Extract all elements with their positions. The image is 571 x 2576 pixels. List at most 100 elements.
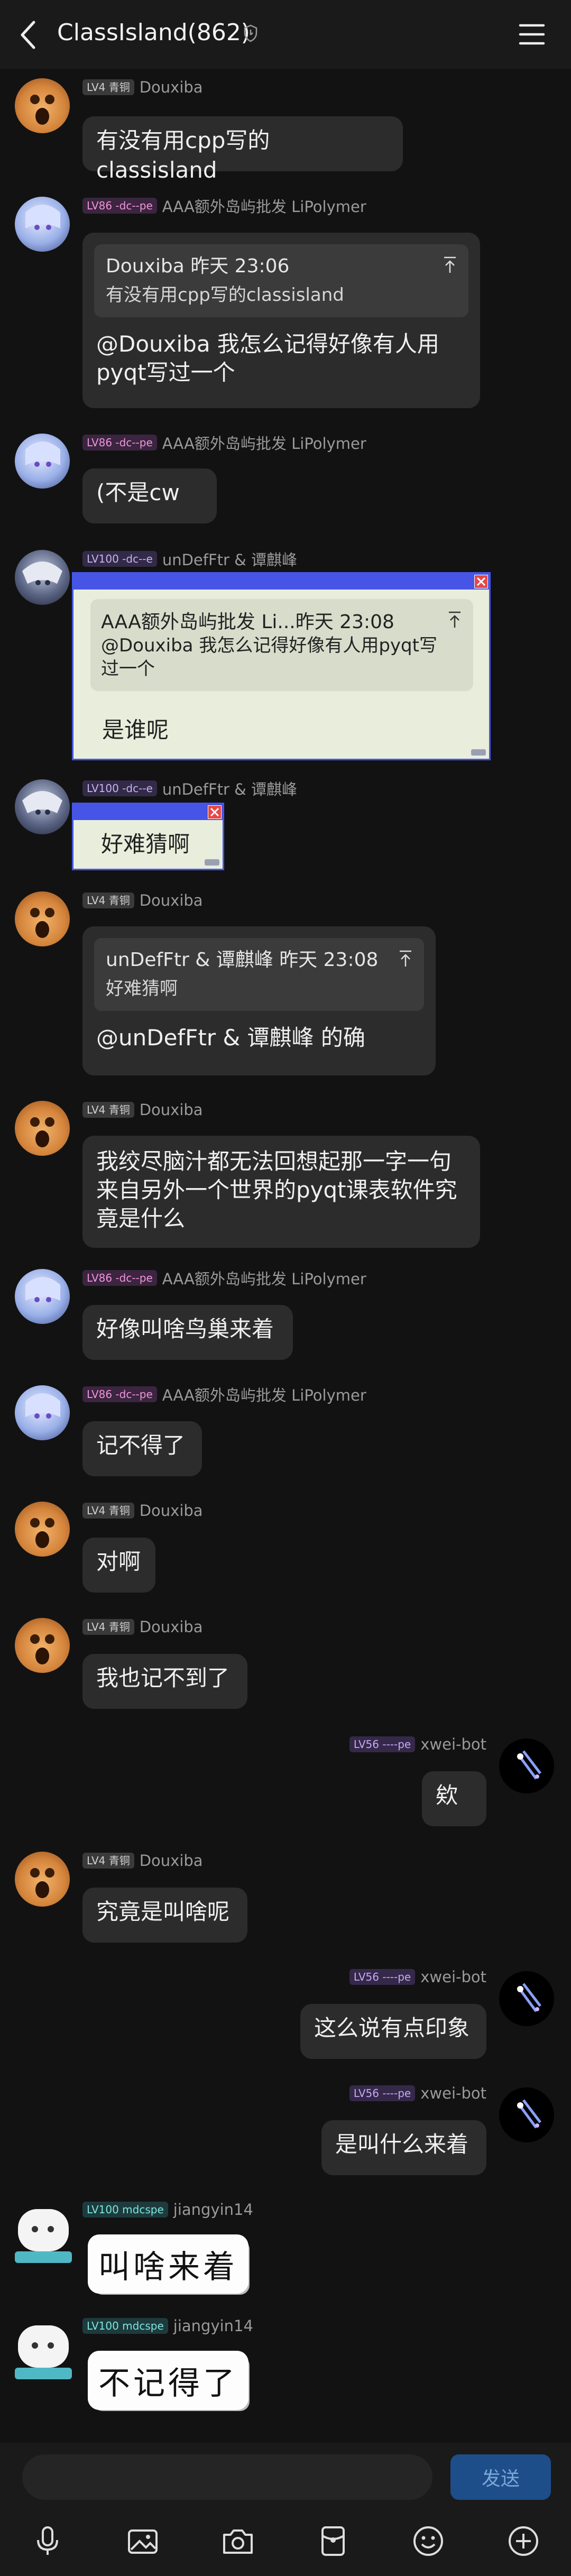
avatar[interactable]	[15, 78, 70, 133]
avatar[interactable]	[11, 2317, 76, 2382]
quoted-message[interactable]: unDefFtr & 谭麒峰 昨天 23:08 好难猜啊	[94, 938, 424, 1011]
message-bubble[interactable]: Douxiba 昨天 23:06 有没有用cpp写的classisland @D…	[82, 233, 480, 408]
sender-name[interactable]: jiangyin14	[173, 2201, 253, 2219]
chat-title[interactable]: ClassIsland(862)	[57, 19, 250, 46]
menu-icon[interactable]	[518, 22, 546, 47]
close-icon	[474, 575, 488, 588]
send-button[interactable]: 发送	[450, 2454, 551, 2500]
message-bubble[interactable]: 我也记不到了	[82, 1654, 247, 1709]
level-badge: LV4 青铜	[82, 1853, 134, 1869]
avatar[interactable]	[15, 1269, 70, 1324]
level-badge: LV86 -dc--pe	[82, 435, 157, 450]
message-bubble[interactable]: AAA额外岛屿批发 Li...昨天 23:08 @Douxiba 我怎么记得好像…	[72, 572, 491, 760]
avatar[interactable]	[15, 434, 70, 489]
sender-name[interactable]: AAA额外岛屿批发 LiPolymer	[162, 1267, 366, 1289]
jump-to-top-icon[interactable]	[443, 256, 457, 274]
sender-meta: LV4 青铜 Douxiba	[82, 1502, 203, 1520]
message-text: 好难猜啊	[101, 831, 190, 857]
sender-name[interactable]: AAA额外岛屿批发 LiPolymer	[162, 1383, 366, 1405]
message-bubble[interactable]: (不是cw	[82, 468, 217, 523]
sender-name[interactable]: Douxiba	[140, 1618, 203, 1636]
sender-meta: LV100 -dc--e unDefFtr & 谭麒峰	[82, 777, 297, 799]
level-badge: LV56 ----pe	[349, 2085, 416, 2101]
sender-name[interactable]: unDefFtr & 谭麒峰	[162, 777, 297, 799]
avatar[interactable]	[15, 891, 70, 946]
window-titlebar	[73, 574, 489, 590]
message-bubble[interactable]: 对啊	[82, 1538, 155, 1593]
plus-icon[interactable]	[506, 2524, 540, 2558]
emoji-icon[interactable]	[411, 2524, 445, 2558]
sender-name[interactable]: xwei-bot	[420, 1735, 486, 1753]
sender-meta: LV4 青铜 Douxiba	[82, 1618, 203, 1636]
resize-grip-icon	[471, 749, 486, 756]
sender-name[interactable]: AAA额外岛屿批发 LiPolymer	[162, 195, 366, 217]
avatar[interactable]	[499, 1738, 554, 1793]
surprised-face-icon	[30, 1117, 54, 1147]
message-bubble[interactable]: 记不得了	[82, 1421, 202, 1476]
message-bubble[interactable]: 是叫什么来着	[321, 2120, 486, 2175]
sender-meta: LV56 ----pe xwei-bot	[349, 1735, 486, 1753]
avatar[interactable]	[15, 550, 70, 605]
level-badge: LV4 青铜	[82, 79, 134, 95]
sticker-bubble[interactable]: 不记得了	[90, 2353, 246, 2408]
surprised-face-icon	[30, 95, 54, 125]
message-text: @Douxiba 我怎么记得好像有人用pyqt写过一个	[96, 331, 439, 385]
message-bubble[interactable]: 究竟是叫啥呢	[82, 1888, 247, 1943]
message-bubble[interactable]: 这么说有点印象	[300, 2004, 486, 2059]
avatar[interactable]	[15, 1852, 70, 1907]
level-badge: LV100 -dc--e	[82, 551, 157, 567]
sender-name[interactable]: Douxiba	[140, 78, 203, 96]
message-bubble[interactable]: 我绞尽脑汁都无法回想起那一字一句来自另外一个世界的pyqt课表软件究竟是什么	[82, 1136, 480, 1248]
message-bubble[interactable]: 好像叫啥鸟巢来着	[82, 1305, 293, 1360]
microphone-icon[interactable]	[31, 2524, 65, 2558]
quoted-message[interactable]: Douxiba 昨天 23:06 有没有用cpp写的classisland	[94, 244, 468, 317]
avatar[interactable]	[15, 197, 70, 252]
quote-body: 好难猜啊	[106, 978, 178, 999]
sender-name[interactable]: unDefFtr & 谭麒峰	[162, 548, 297, 570]
sender-name[interactable]: jiangyin14	[173, 2317, 253, 2335]
message-input[interactable]	[22, 2454, 432, 2500]
sender-meta: LV100 mdcspe jiangyin14	[82, 2317, 253, 2335]
red-packet-icon[interactable]	[316, 2524, 350, 2558]
sticker-bubble[interactable]: 叫啥来着	[90, 2237, 246, 2292]
avatar[interactable]	[499, 2087, 554, 2142]
sender-name[interactable]: AAA额外岛屿批发 LiPolymer	[162, 431, 366, 454]
sender-name[interactable]: Douxiba	[140, 1852, 203, 1870]
sender-meta: LV86 -dc--pe AAA额外岛屿批发 LiPolymer	[82, 1267, 366, 1289]
sender-meta: LV100 -dc--e unDefFtr & 谭麒峰	[82, 548, 297, 570]
top-bar: ClassIsland(862)	[0, 0, 571, 69]
message-bubble[interactable]: unDefFtr & 谭麒峰 昨天 23:08 好难猜啊 @unDefFtr &…	[82, 926, 436, 1075]
quoted-message[interactable]: AAA额外岛屿批发 Li...昨天 23:08 @Douxiba 我怎么记得好像…	[90, 599, 473, 691]
sparkle-icon	[517, 1750, 541, 1780]
jump-to-top-icon[interactable]	[448, 611, 462, 629]
avatar[interactable]	[15, 1502, 70, 1557]
avatar[interactable]	[15, 1618, 70, 1673]
cartoon-avatar-icon	[15, 2325, 72, 2379]
avatar[interactable]	[15, 1385, 70, 1440]
sender-name[interactable]: Douxiba	[140, 1502, 203, 1520]
sparkle-icon	[517, 2099, 541, 2129]
shield-icon	[244, 24, 257, 42]
message-bubble[interactable]: 好难猜啊	[72, 803, 224, 870]
camera-icon[interactable]	[221, 2524, 255, 2558]
message-bubble[interactable]: 有没有用cpp写的classisland	[82, 116, 403, 183]
anime-girl-icon	[25, 205, 60, 230]
sender-name[interactable]: xwei-bot	[420, 1968, 486, 1986]
back-arrow-icon[interactable]	[16, 18, 41, 52]
level-badge: LV4 青铜	[82, 1102, 134, 1118]
avatar[interactable]	[499, 1971, 554, 2026]
surprised-face-icon	[30, 1518, 54, 1548]
jump-to-top-icon[interactable]	[399, 950, 412, 968]
sender-name[interactable]: Douxiba	[140, 1101, 203, 1119]
image-icon[interactable]	[126, 2524, 160, 2558]
avatar[interactable]	[15, 1101, 70, 1156]
avatar[interactable]	[15, 779, 70, 834]
sender-name[interactable]: Douxiba	[140, 891, 203, 909]
quote-header: AAA额外岛屿批发 Li...昨天 23:08	[101, 611, 394, 633]
surprised-face-icon	[30, 1868, 54, 1898]
cartoon-avatar-icon	[15, 2209, 72, 2263]
sender-meta: LV86 -dc--pe AAA额外岛屿批发 LiPolymer	[82, 431, 366, 454]
message-bubble[interactable]: 欸	[422, 1771, 486, 1826]
avatar[interactable]	[11, 2201, 76, 2266]
sender-name[interactable]: xwei-bot	[420, 2084, 486, 2102]
